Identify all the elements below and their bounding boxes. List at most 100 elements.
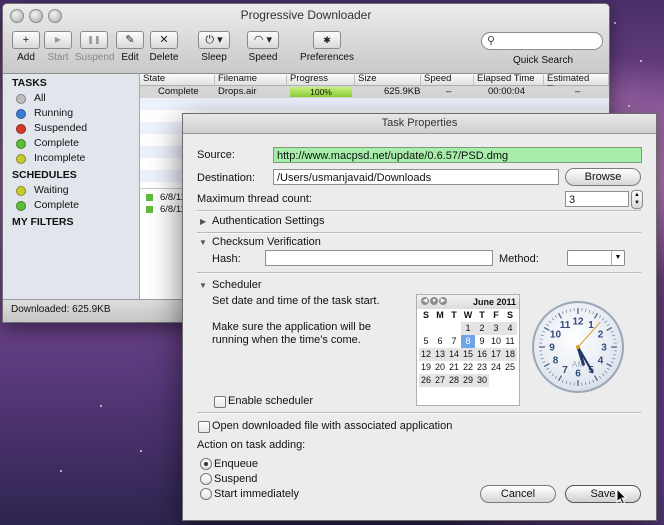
- calendar-day[interactable]: 21: [447, 361, 461, 374]
- column-header[interactable]: Filename: [215, 73, 287, 85]
- calendar-day[interactable]: 13: [433, 348, 447, 361]
- calendar-day[interactable]: 18: [503, 348, 517, 361]
- calendar-day[interactable]: 3: [489, 322, 503, 335]
- scheduler-toggle[interactable]: Scheduler: [212, 279, 262, 291]
- sidebar-item-running[interactable]: Running: [3, 106, 139, 121]
- source-field[interactable]: http://www.macpsd.net/update/0.6.57/PSD.…: [273, 147, 642, 163]
- search-input[interactable]: ⚲: [481, 32, 603, 50]
- calendar-day[interactable]: 14: [447, 348, 461, 361]
- speed-button[interactable]: ◠ ▾ Speed: [245, 31, 281, 63]
- calendar-day[interactable]: 28: [447, 374, 461, 387]
- enqueue-radio[interactable]: [200, 458, 212, 470]
- column-header[interactable]: State: [140, 73, 215, 85]
- column-header[interactable]: Speed: [421, 73, 474, 85]
- suspend-radio[interactable]: [200, 473, 212, 485]
- column-header[interactable]: Progress: [287, 73, 355, 85]
- calendar-day[interactable]: 11: [503, 335, 517, 348]
- sidebar-item-suspended[interactable]: Suspended: [3, 121, 139, 136]
- browse-button[interactable]: Browse: [565, 168, 641, 186]
- calendar-day[interactable]: 9: [475, 335, 489, 348]
- calendar-empty-cell: [419, 322, 433, 335]
- calendar-day[interactable]: 24: [489, 361, 503, 374]
- disclosure-down-icon[interactable]: ▼: [199, 281, 207, 290]
- suspend-button[interactable]: ❚❚ Suspend: [75, 31, 115, 63]
- calendar-day[interactable]: 15: [461, 348, 475, 361]
- checksum-verification-toggle[interactable]: Checksum Verification: [212, 236, 321, 248]
- authentication-settings-toggle[interactable]: Authentication Settings: [212, 215, 325, 227]
- delete-button[interactable]: ✕ Delete: [147, 31, 181, 63]
- calendar-day[interactable]: 8: [461, 335, 475, 348]
- clock-tick: [592, 311, 595, 315]
- calendar-day[interactable]: 30: [475, 374, 489, 387]
- calendar-day[interactable]: 26: [419, 374, 433, 387]
- calendar-day[interactable]: 19: [419, 361, 433, 374]
- start-immediately-radio[interactable]: [200, 488, 212, 500]
- calendar-day[interactable]: 6: [433, 335, 447, 348]
- disclosure-right-icon[interactable]: ▶: [200, 217, 206, 226]
- calendar-day[interactable]: 29: [461, 374, 475, 387]
- window-title: Progressive Downloader: [240, 8, 372, 22]
- hash-field[interactable]: [265, 250, 493, 266]
- thread-count-label: Maximum thread count:: [197, 193, 312, 205]
- enable-scheduler-checkbox[interactable]: [214, 396, 226, 408]
- sidebar-item-all[interactable]: All: [3, 91, 139, 106]
- toolbar-label: Suspend: [75, 52, 115, 63]
- calendar-day[interactable]: 2: [475, 322, 489, 335]
- clock-tick: [548, 320, 552, 324]
- thread-count-stepper[interactable]: ▲ ▼: [631, 190, 643, 209]
- next-month-icon[interactable]: ▶: [439, 297, 447, 305]
- calendar-day[interactable]: 4: [503, 322, 517, 335]
- preferences-button[interactable]: ✱ Preferences: [299, 31, 355, 63]
- calendar-day[interactable]: 17: [489, 348, 503, 361]
- today-icon[interactable]: ●: [430, 297, 438, 305]
- clock-tick: [542, 361, 546, 364]
- previous-month-icon[interactable]: ◀: [421, 297, 429, 305]
- add-button[interactable]: + Add: [9, 31, 43, 63]
- column-header[interactable]: Estimated Time: [544, 73, 609, 95]
- calendar-day[interactable]: 23: [475, 361, 489, 374]
- clock-tick: [539, 338, 543, 340]
- calendar-day[interactable]: 20: [433, 361, 447, 374]
- toolbar-label: Speed: [248, 52, 278, 63]
- calendar-day[interactable]: 27: [433, 374, 447, 387]
- calendar-day-header: W: [463, 310, 473, 320]
- method-select[interactable]: ▼: [567, 250, 625, 266]
- sidebar-item-complete[interactable]: Complete: [3, 136, 139, 151]
- divider: [197, 272, 641, 274]
- progress-bar: 100%: [290, 87, 352, 97]
- disclosure-down-icon[interactable]: ▼: [199, 238, 207, 247]
- sidebar-item-schedule-complete[interactable]: Complete: [3, 198, 139, 213]
- clock-tick: [606, 362, 613, 368]
- column-header[interactable]: Elapsed Time: [474, 73, 544, 85]
- calendar-day[interactable]: 22: [461, 361, 475, 374]
- sidebar-item-waiting[interactable]: Waiting: [3, 183, 139, 198]
- clock-tick: [543, 362, 550, 368]
- save-button[interactable]: Save: [565, 485, 641, 503]
- calendar-day[interactable]: 5: [419, 335, 433, 348]
- open-with-app-checkbox[interactable]: [198, 421, 210, 433]
- calendar-day[interactable]: 7: [447, 335, 461, 348]
- calendar-day[interactable]: 16: [475, 348, 489, 361]
- calendar-day[interactable]: 1: [461, 322, 475, 335]
- sleep-button[interactable]: ⏻ ▾ Sleep: [197, 31, 231, 63]
- calendar-day[interactable]: 12: [419, 348, 433, 361]
- cancel-button[interactable]: Cancel: [480, 485, 556, 503]
- clock-tick: [613, 354, 617, 356]
- destination-field[interactable]: /Users/usmanjavaid/Downloads: [273, 169, 559, 185]
- thread-count-field[interactable]: 3: [565, 191, 629, 207]
- table-row[interactable]: Complete Drops.air 100% 625.9KB – 00:00:…: [140, 86, 609, 98]
- clock-numeral: 2: [598, 330, 604, 341]
- scheduler-note-line1: Make sure the application will be: [212, 321, 371, 333]
- destination-label: Destination:: [197, 172, 256, 184]
- calendar-day[interactable]: 10: [489, 335, 503, 348]
- edit-button[interactable]: ✎ Edit: [115, 31, 145, 63]
- dialog-title: Task Properties: [183, 114, 656, 134]
- calendar-day[interactable]: 25: [503, 361, 517, 374]
- sidebar-item-incomplete[interactable]: Incomplete: [3, 151, 139, 166]
- column-header[interactable]: Size: [355, 73, 421, 85]
- start-button[interactable]: ▶ Start: [41, 31, 75, 63]
- cell-estimated: –: [575, 86, 581, 97]
- status-dot-icon: [16, 138, 26, 149]
- status-dot-icon: [16, 185, 26, 196]
- toolbar-label: Preferences: [300, 52, 354, 63]
